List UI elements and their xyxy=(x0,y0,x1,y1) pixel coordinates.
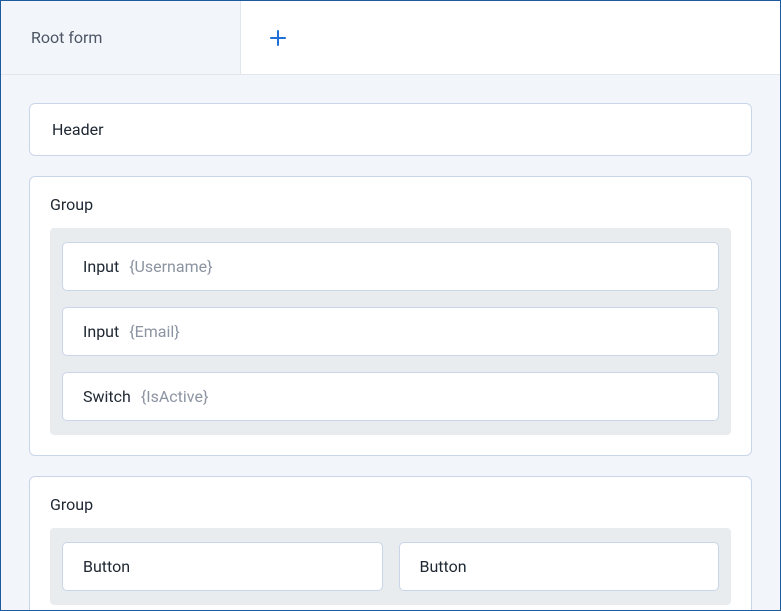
field-type-label: Button xyxy=(83,557,130,576)
field-binding-label: {IsActive} xyxy=(141,387,209,406)
field-binding-label: {Email} xyxy=(129,322,179,341)
input-field-username[interactable]: Input {Username} xyxy=(62,242,719,291)
switch-field-isactive[interactable]: Switch {IsActive} xyxy=(62,372,719,421)
add-tab-button[interactable] xyxy=(241,1,315,74)
field-type-label: Input xyxy=(83,257,119,276)
group-component-2[interactable]: Group Button Button xyxy=(29,476,752,610)
group-label: Group xyxy=(50,195,731,214)
header-label: Header xyxy=(52,120,104,139)
field-binding-label: {Username} xyxy=(129,257,212,276)
plus-icon xyxy=(269,29,287,47)
tabbar: Root form xyxy=(1,1,780,75)
header-component[interactable]: Header xyxy=(29,103,752,156)
group-label: Group xyxy=(50,495,731,514)
design-canvas: Header Group Input {Username} Input {Ema… xyxy=(1,75,780,610)
field-type-label: Switch xyxy=(83,387,131,406)
field-type-label: Input xyxy=(83,322,119,341)
input-field-email[interactable]: Input {Email} xyxy=(62,307,719,356)
group-body: Button Button xyxy=(50,528,731,605)
group-body: Input {Username} Input {Email} Switch {I… xyxy=(50,228,731,435)
field-type-label: Button xyxy=(420,557,467,576)
button-component[interactable]: Button xyxy=(62,542,383,591)
button-component[interactable]: Button xyxy=(399,542,720,591)
tab-label: Root form xyxy=(31,28,102,47)
tab-root-form[interactable]: Root form xyxy=(1,1,241,74)
form-designer-window: Root form Header Group Input {Username} … xyxy=(0,0,781,611)
group-component-1[interactable]: Group Input {Username} Input {Email} Swi… xyxy=(29,176,752,456)
